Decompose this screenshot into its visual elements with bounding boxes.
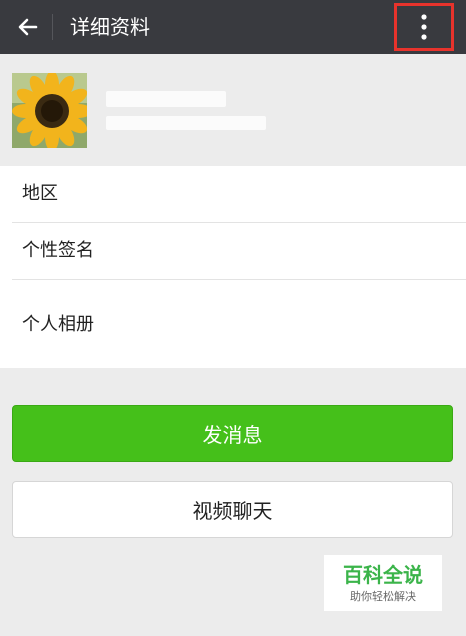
watermark-subtitle: 助你轻松解决 xyxy=(350,590,416,603)
info-list: 地区 个性签名 个人相册 xyxy=(0,166,466,368)
send-message-button[interactable]: 发消息 xyxy=(12,405,453,462)
list-item-album[interactable]: 个人相册 xyxy=(0,280,466,368)
watermark-title: 百科全说 xyxy=(343,563,423,587)
list-item-label: 个人相册 xyxy=(22,314,94,335)
back-button[interactable] xyxy=(10,9,46,45)
more-vertical-icon xyxy=(421,14,427,40)
arrow-left-icon xyxy=(18,18,38,36)
avatar[interactable] xyxy=(12,73,87,148)
sunflower-avatar xyxy=(12,73,87,148)
list-item-signature[interactable]: 个性签名 xyxy=(0,223,466,279)
profile-name-redacted xyxy=(106,91,226,107)
video-call-button[interactable]: 视频聊天 xyxy=(12,481,453,538)
watermark-logo: 百科全说 助你轻松解决 xyxy=(324,555,442,611)
page-title: 详细资料 xyxy=(70,15,150,39)
list-item-label: 个性签名 xyxy=(22,240,94,261)
list-item-label: 地区 xyxy=(22,183,58,204)
list-item-region[interactable]: 地区 xyxy=(0,166,466,222)
top-bar: 详细资料 xyxy=(0,0,466,54)
profile-section xyxy=(0,54,466,166)
profile-id-redacted xyxy=(106,116,266,130)
more-menu-button[interactable] xyxy=(394,3,454,51)
header-divider xyxy=(52,14,53,40)
